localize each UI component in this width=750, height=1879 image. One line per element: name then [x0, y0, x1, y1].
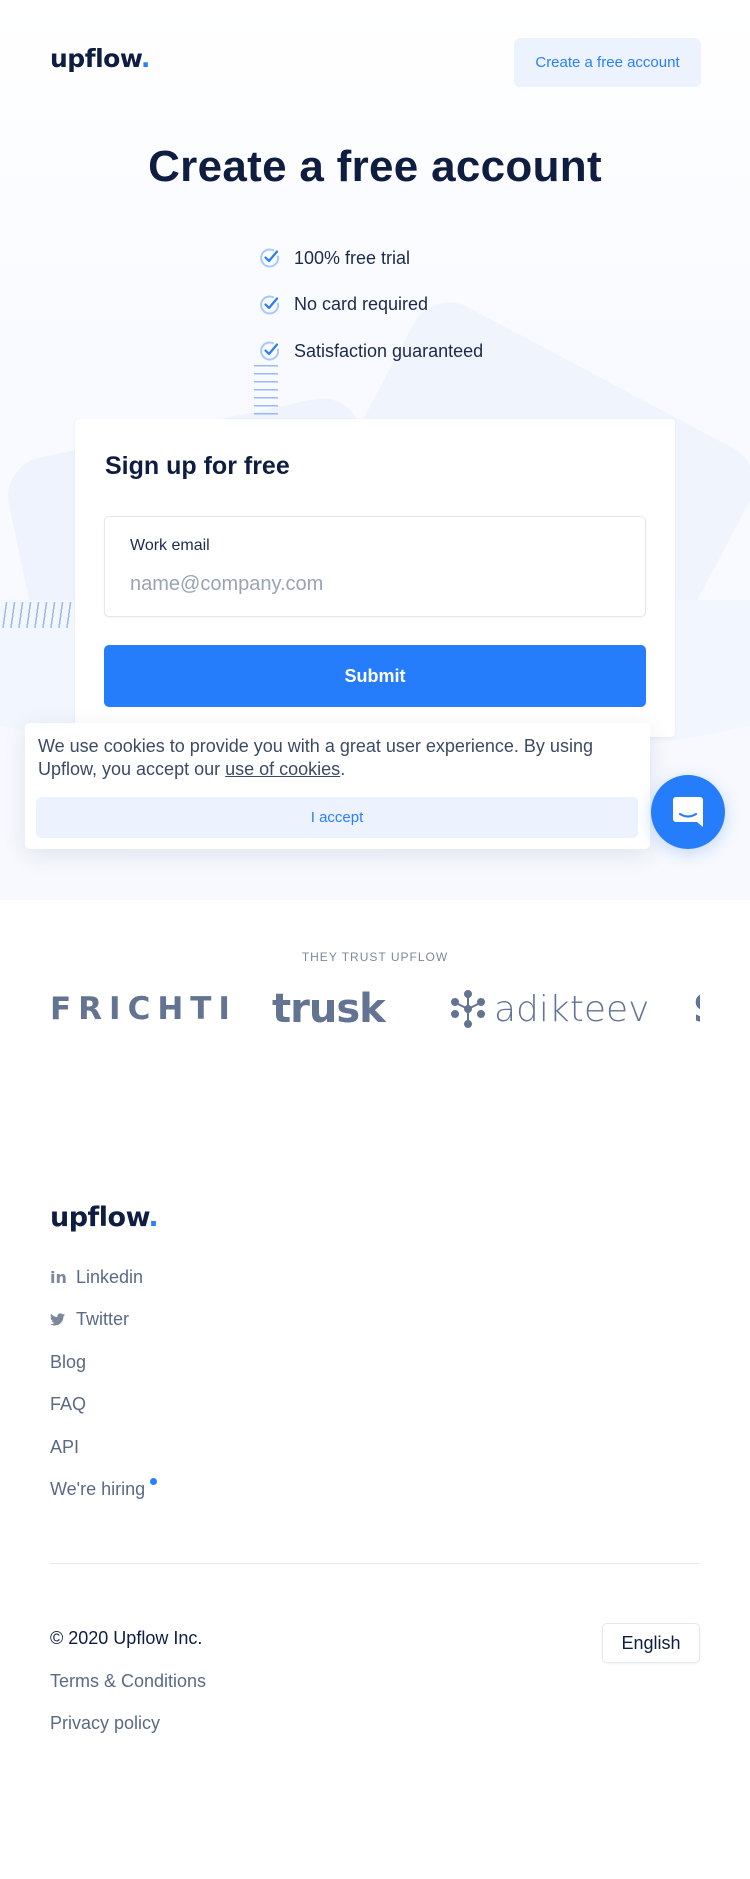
- cookie-message: We use cookies to provide you with a gre…: [38, 735, 638, 781]
- work-email-label: Work email: [130, 537, 210, 554]
- language-selector[interactable]: English: [602, 1623, 700, 1663]
- work-email-input[interactable]: [130, 569, 620, 599]
- benefit-item: 100% free trial: [259, 235, 483, 282]
- partial-brand-logo: S: [693, 985, 700, 1033]
- footer-divider: [50, 1563, 700, 1564]
- trust-label: THEY TRUST UPFLOW: [301, 950, 449, 964]
- upflow-logo[interactable]: upflow.: [50, 44, 150, 73]
- footer-link-twitter[interactable]: Twitter: [50, 1299, 157, 1342]
- benefits-list: 100% free trial No card required Satisfa…: [259, 235, 483, 375]
- adikteev-logo: adikteev: [450, 985, 649, 1033]
- benefit-item: Satisfaction guaranteed: [259, 328, 483, 375]
- cookie-banner: We use cookies to provide you with a gre…: [25, 723, 650, 849]
- terms-link[interactable]: Terms & Conditions: [50, 1671, 206, 1692]
- benefit-text: Satisfaction guaranteed: [294, 340, 484, 361]
- signup-card-title: Sign up for free: [105, 452, 290, 480]
- benefit-text: No card required: [294, 294, 429, 315]
- footer-link-label: Linkedin: [76, 1266, 144, 1287]
- footer-link-label: API: [50, 1436, 80, 1457]
- signup-card: Sign up for free Work email Submit: [75, 419, 675, 737]
- chat-bubble-icon: [673, 797, 703, 827]
- check-circle-icon: [260, 341, 280, 361]
- page-title: Create a free account: [148, 142, 602, 191]
- chat-widget-button[interactable]: [651, 775, 725, 849]
- work-email-field[interactable]: Work email: [104, 516, 646, 617]
- footer-links: in Linkedin Twitter Blog FAQ API We're h…: [50, 1256, 158, 1512]
- adikteev-mark-icon: [451, 990, 485, 1028]
- decorative-hatch: [2, 602, 76, 628]
- twitter-icon: [50, 1313, 66, 1326]
- cookie-text-end: .: [340, 759, 346, 779]
- footer-link-label: We're hiring: [50, 1479, 146, 1500]
- privacy-link[interactable]: Privacy policy: [50, 1713, 160, 1734]
- check-circle-icon: [260, 295, 280, 315]
- footer-upflow-logo[interactable]: upflow.: [50, 1202, 159, 1233]
- copyright: © 2020 Upflow Inc.: [50, 1628, 203, 1648]
- footer-link-label: FAQ: [50, 1394, 87, 1415]
- adikteev-wordmark: adikteev: [494, 988, 650, 1030]
- check-circle-icon: [260, 248, 280, 268]
- footer-link-linkedin[interactable]: in Linkedin: [50, 1256, 157, 1299]
- footer-link-api[interactable]: API: [50, 1426, 157, 1469]
- footer-link-hiring[interactable]: We're hiring: [50, 1469, 158, 1512]
- new-badge-dot: [150, 1478, 158, 1486]
- logo-dot: .: [148, 1202, 159, 1233]
- logo-text: upflow: [50, 44, 141, 73]
- footer-link-blog[interactable]: Blog: [50, 1341, 157, 1384]
- submit-button[interactable]: Submit: [104, 645, 646, 707]
- benefit-item: No card required: [259, 282, 483, 329]
- linkedin-icon: in: [50, 1267, 67, 1287]
- frichti-logo: FRICHTI: [50, 991, 237, 1027]
- logo-text: upflow: [50, 1202, 149, 1233]
- trusk-logo: trusk: [272, 986, 386, 1032]
- benefit-text: 100% free trial: [294, 247, 411, 268]
- create-account-button[interactable]: Create a free account: [514, 38, 701, 87]
- customer-logos: FRICHTI trusk adikteev S: [50, 985, 700, 1033]
- accept-cookies-button[interactable]: I accept: [36, 797, 638, 838]
- footer-link-label: Twitter: [76, 1309, 130, 1330]
- cookie-policy-link[interactable]: use of cookies: [225, 759, 340, 779]
- footer-link-label: Blog: [50, 1351, 87, 1372]
- footer-link-faq[interactable]: FAQ: [50, 1384, 157, 1427]
- logo-dot: .: [140, 44, 151, 73]
